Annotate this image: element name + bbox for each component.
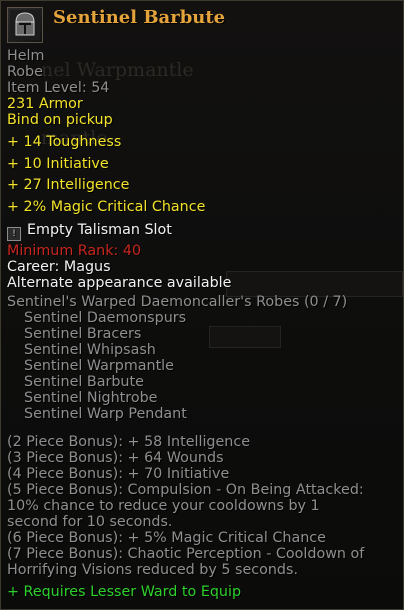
set-bonus: (2 Piece Bonus): + 58 Intelligence [7, 433, 251, 450]
set-bonus: 10% chance to reduce your cooldowns by 1 [7, 497, 320, 514]
set-piece: Sentinel Warp Pendant [24, 405, 187, 422]
talisman-slot-label: Empty Talisman Slot [27, 222, 172, 238]
item-tooltip: nel Warpmantle mantle Sentinel Barbute H… [0, 0, 404, 610]
career-requirement: Career: Magus [7, 258, 111, 275]
minimum-rank: Minimum Rank: 40 [7, 242, 142, 259]
talisman-slot: ! Empty Talisman Slot [7, 220, 399, 242]
set-piece: Sentinel Bracers [24, 325, 142, 342]
item-slot-type: Helm [7, 48, 45, 64]
stat-line: + 10 Initiative [7, 155, 109, 172]
item-bind: Bind on pickup [7, 112, 113, 128]
set-bonus: (4 Piece Bonus): + 70 Initiative [7, 465, 230, 482]
set-bonus: Horrifying Visions reduced by 5 seconds. [7, 561, 299, 578]
item-level: Item Level: 54 [7, 80, 110, 96]
stat-line: + 27 Intelligence [7, 177, 130, 193]
set-name: Sentinel's Warped Daemoncaller's Robes (… [7, 293, 348, 310]
item-armor: 231 Armor [7, 96, 83, 112]
set-piece: Sentinel Barbute [24, 373, 144, 390]
set-bonus: second for 10 seconds. [7, 513, 173, 530]
equip-requirement: + Requires Lesser Ward to Equip [7, 583, 242, 600]
helm-icon [7, 7, 43, 43]
tooltip-header: Sentinel Barbute [7, 7, 397, 47]
set-piece: Sentinel Whipsash [24, 341, 156, 358]
stat-line: + 2% Magic Critical Chance [7, 198, 206, 215]
set-bonus: (3 Piece Bonus): + 64 Wounds [7, 449, 224, 466]
set-bonus: (6 Piece Bonus): + 5% Magic Critical Cha… [7, 529, 326, 546]
set-piece: Sentinel Nightrobe [24, 389, 158, 406]
set-bonus: (7 Piece Bonus): Chaotic Perception - Co… [7, 545, 365, 562]
set-piece: Sentinel Daemonspurs [24, 309, 187, 326]
item-title: Sentinel Barbute [53, 7, 226, 28]
set-piece: Sentinel Warpmantle [24, 357, 174, 374]
set-bonus: (5 Piece Bonus): Compulsion - On Being A… [7, 481, 364, 498]
item-details: Helm Robe Item Level: 54 231 Armor Bind … [7, 48, 399, 600]
talisman-slot-icon: ! [7, 227, 21, 241]
item-sub-type: Robe [7, 64, 43, 80]
alternate-appearance: Alternate appearance available [7, 274, 232, 291]
stat-line: + 14 Toughness [7, 134, 122, 150]
